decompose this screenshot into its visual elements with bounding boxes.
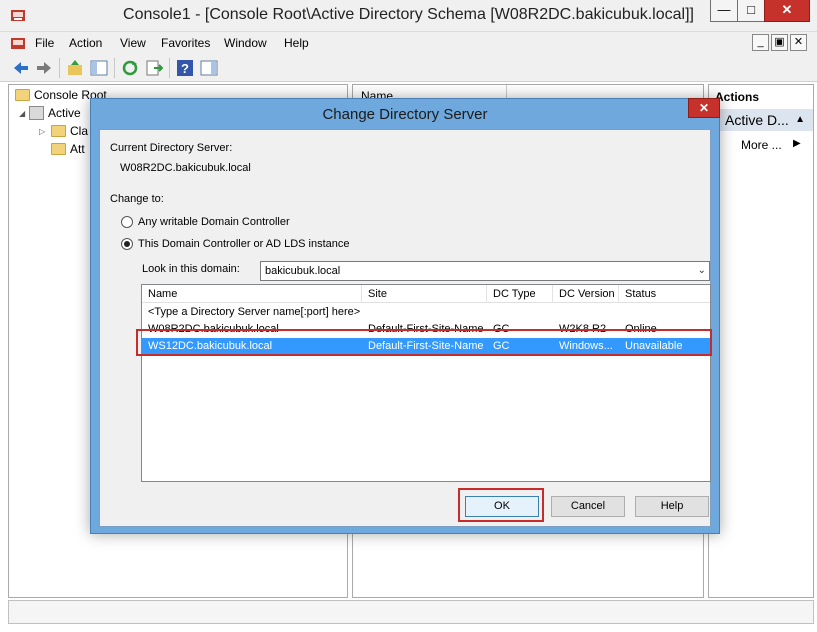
close-window-button[interactable]: ✕ [764, 0, 810, 22]
cancel-button[interactable]: Cancel [551, 496, 625, 517]
svg-text:?: ? [181, 61, 189, 76]
radio-this-dc[interactable] [121, 238, 133, 250]
forward-arrow-icon[interactable] [35, 59, 53, 77]
actions-more-link[interactable]: More ... [741, 138, 782, 152]
dialog-close-button[interactable]: ✕ [688, 98, 720, 118]
minimize-button[interactable]: — [710, 0, 738, 22]
tree-item-attributes[interactable]: Att [51, 140, 85, 158]
menu-action[interactable]: Action [69, 36, 102, 50]
menu-bar: File Action View Favorites Window Help [0, 32, 817, 54]
maximize-button[interactable]: □ [737, 0, 765, 22]
expand-arrow-icon[interactable]: ▷ [39, 127, 45, 136]
actions-section-header[interactable]: Active D... ▲ [709, 109, 813, 131]
actions-header: Actions [715, 90, 760, 104]
toolbar-separator [169, 58, 170, 78]
tree-item-classes[interactable]: Cla [51, 122, 88, 140]
up-folder-icon[interactable] [66, 59, 84, 77]
domain-label: Look in this domain: [142, 263, 240, 275]
back-arrow-icon[interactable] [12, 59, 30, 77]
folder-icon [51, 125, 66, 137]
schema-icon [29, 106, 44, 120]
export-list-icon[interactable] [145, 59, 163, 77]
help-icon[interactable]: ? [176, 59, 194, 77]
show-hide-tree-icon[interactable] [90, 59, 108, 77]
current-server-label: Current Directory Server: [110, 142, 233, 154]
dialog-body: Current Directory Server: W08R2DC.bakicu… [99, 129, 711, 527]
domain-controller-list[interactable]: Name Site DC Type DC Version Status <Typ… [141, 284, 711, 482]
status-bar [8, 600, 814, 624]
chevron-down-icon[interactable]: ⌄ [698, 262, 706, 280]
list-item-selected[interactable]: WS12DC.bakicubuk.local Default-First-Sit… [142, 338, 710, 355]
dialog-title: Change Directory Server [322, 106, 488, 123]
radio-any-writable-dc-label[interactable]: Any writable Domain Controller [138, 216, 290, 228]
folder-icon [51, 143, 66, 155]
domain-combobox[interactable]: bakicubuk.local ⌄ [260, 261, 710, 281]
menu-window[interactable]: Window [224, 36, 267, 50]
show-hide-action-pane-icon[interactable] [200, 59, 218, 77]
folder-icon [15, 89, 30, 101]
column-header-dc-type[interactable]: DC Type [487, 285, 553, 303]
radio-any-writable-dc[interactable] [121, 216, 133, 228]
submenu-arrow-icon: ▶ [793, 138, 801, 149]
menu-view[interactable]: View [120, 36, 146, 50]
toolbar-separator [59, 58, 60, 78]
refresh-icon[interactable] [121, 59, 139, 77]
column-header-name[interactable]: Name [142, 285, 362, 303]
list-item[interactable]: W08R2DC.bakicubuk.local Default-First-Si… [142, 321, 710, 338]
tree-item-active-directory-schema[interactable]: Active [29, 104, 81, 122]
mdi-close-button[interactable]: ✕ [790, 34, 807, 51]
window-titlebar: Console1 - [Console Root\Active Director… [0, 0, 817, 32]
list-header: Name Site DC Type DC Version Status [142, 285, 710, 303]
ok-button[interactable]: OK [465, 496, 539, 517]
column-header-status[interactable]: Status [619, 285, 710, 303]
column-header-site[interactable]: Site [362, 285, 487, 303]
menu-favorites[interactable]: Favorites [161, 36, 210, 50]
menu-help[interactable]: Help [284, 36, 309, 50]
change-to-label: Change to: [110, 193, 164, 205]
mdi-minimize-button[interactable]: _ [752, 34, 769, 51]
change-directory-server-dialog: Change Directory Server ✕ Current Direct… [90, 98, 720, 534]
current-server-value: W08R2DC.bakicubuk.local [120, 162, 251, 174]
mdi-restore-button[interactable]: ▣ [771, 34, 788, 51]
column-header-dc-version[interactable]: DC Version [553, 285, 619, 303]
actions-pane: Actions Active D... ▲ More ... ▶ [708, 84, 814, 598]
help-button[interactable]: Help [635, 496, 709, 517]
list-item-placeholder[interactable]: <Type a Directory Server name[:port] her… [142, 304, 710, 321]
toolbar-separator [114, 58, 115, 78]
toolbar: ? [0, 54, 817, 82]
radio-this-dc-label[interactable]: This Domain Controller or AD LDS instanc… [138, 238, 350, 250]
window-title: Console1 - [Console Root\Active Director… [123, 6, 694, 23]
collapse-arrow-icon[interactable]: ◢ [19, 109, 25, 118]
collapse-up-icon[interactable]: ▲ [795, 109, 805, 131]
menu-file[interactable]: File [35, 36, 54, 50]
console-menu-icon[interactable] [10, 35, 26, 51]
